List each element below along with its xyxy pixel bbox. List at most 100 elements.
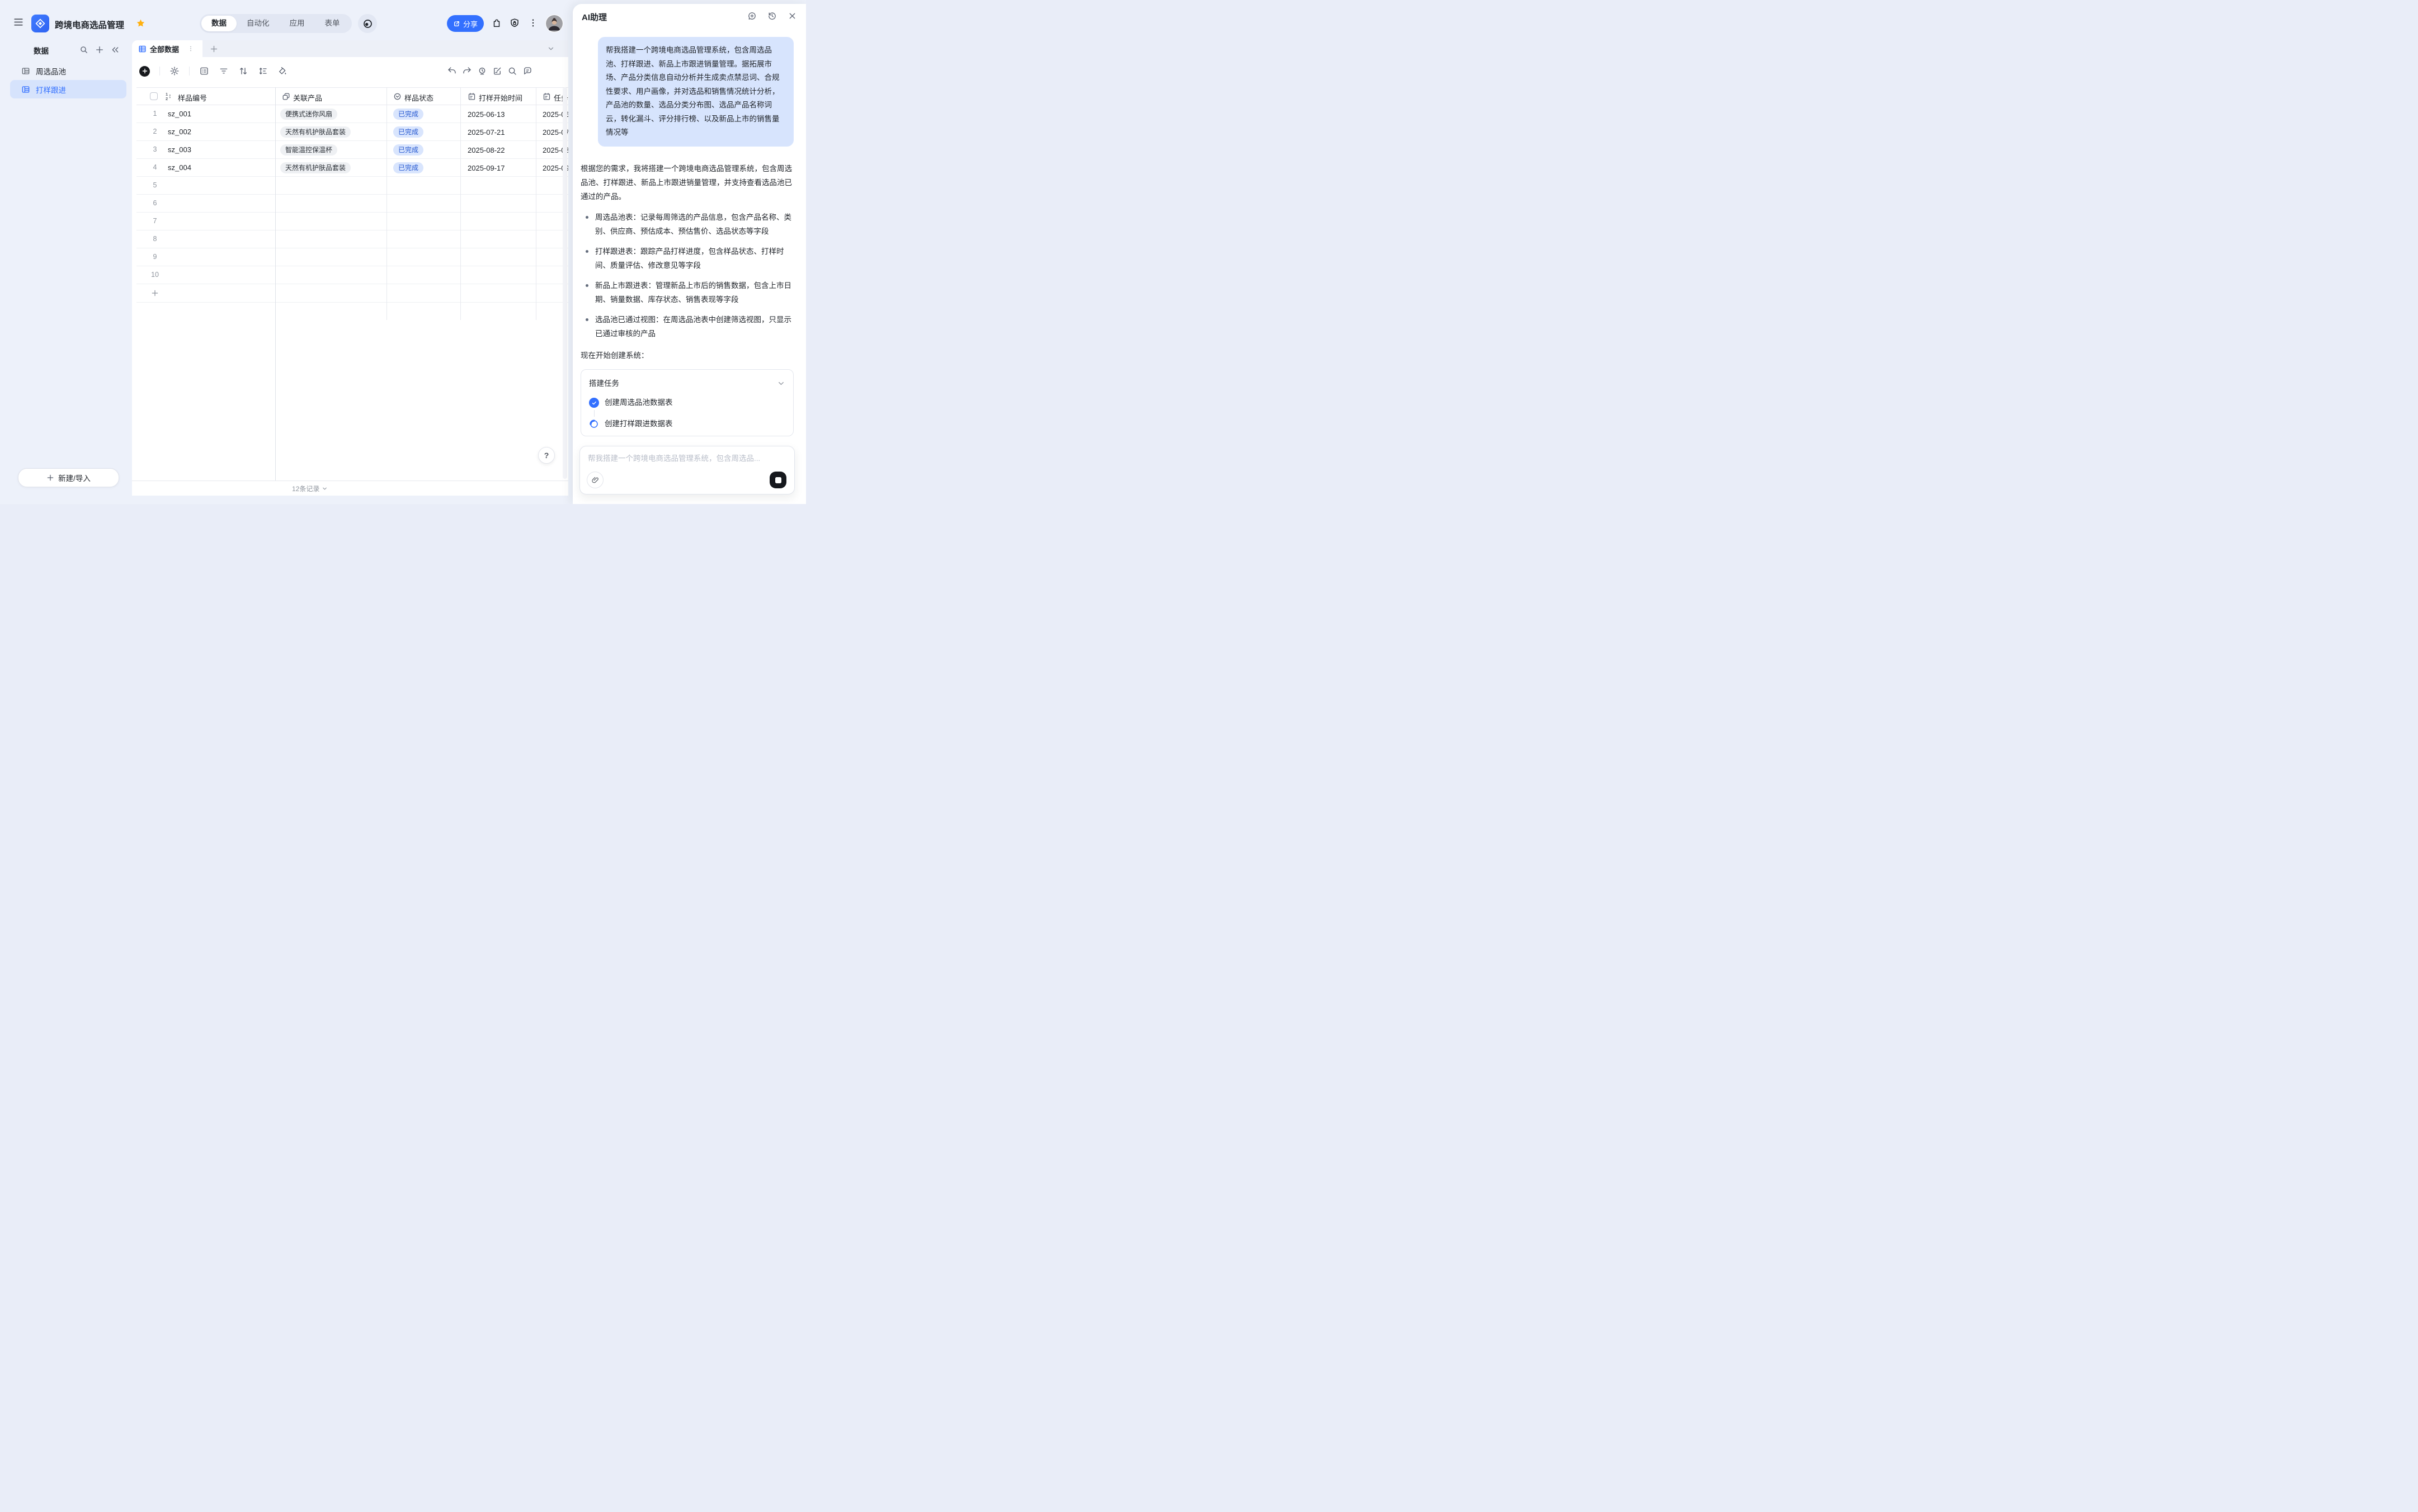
cell-status-pill[interactable]: 已完成	[393, 109, 423, 120]
table-row-empty[interactable]: 8	[136, 230, 568, 248]
tab-automation[interactable]: 自动化	[237, 16, 280, 31]
sidebar-item-weekly-pool[interactable]: 周选品池	[10, 62, 126, 80]
cell-start-date[interactable]: 2025-08-22	[468, 146, 505, 154]
table-panel: 全部数据	[132, 40, 568, 496]
table-row[interactable]: 4 sz_004 天然有机护肤品套装 已完成 2025-09-17 2025-0…	[136, 159, 568, 177]
column-header[interactable]: 打样开始时间	[479, 92, 522, 103]
ai-panel-title: AI助理	[582, 11, 607, 23]
ai-input-card	[579, 446, 795, 494]
filter-icon[interactable]	[219, 66, 229, 76]
stop-button[interactable]	[770, 472, 786, 488]
sidebar-search-icon[interactable]	[79, 45, 88, 54]
build-tasks-card: 搭建任务 创建周选品池数据表 创建打样跟进数据表	[581, 369, 794, 436]
add-record-button[interactable]	[139, 66, 150, 77]
cell-start-date[interactable]: 2025-09-17	[468, 164, 505, 172]
tab-data[interactable]: 数据	[201, 16, 237, 31]
cell-status-pill[interactable]: 已完成	[393, 126, 423, 138]
paint-fill-icon[interactable]	[277, 66, 287, 76]
column-header[interactable]: 样品编号	[178, 92, 207, 103]
table-row[interactable]: 3 sz_003 智能温控保温杯 已完成 2025-08-22 2025-08	[136, 141, 568, 159]
cell-status-pill[interactable]: 已完成	[393, 162, 423, 173]
task-progress-icon	[589, 419, 599, 429]
search-icon[interactable]	[507, 66, 517, 76]
favorite-star-icon[interactable]	[136, 18, 145, 28]
cell-sample-id[interactable]: sz_002	[168, 128, 191, 136]
ai-assistant-panel: AI助理 帮我搭建一个跨境电商选品管理系统，包含周选品池、打样跟进、新品上市跟进…	[573, 4, 806, 504]
sidebar-add-icon[interactable]	[95, 45, 104, 54]
build-tasks-title: 搭建任务	[589, 376, 619, 390]
data-grid: 12↕ 样品编号 关联产品 样品状态 打样开始时间 任务截止时间 1 sz_00…	[136, 87, 568, 303]
redo-icon[interactable]	[462, 66, 472, 76]
attachment-button[interactable]	[587, 472, 604, 488]
comment-icon[interactable]	[522, 66, 532, 76]
undo-icon[interactable]	[447, 66, 457, 76]
frozen-column-divider	[275, 87, 276, 481]
view-tab-strip	[202, 40, 568, 57]
row-number: 5	[150, 181, 160, 189]
cell-status-pill[interactable]: 已完成	[393, 144, 423, 156]
more-icon[interactable]	[529, 18, 537, 28]
divider	[159, 67, 160, 76]
table-row[interactable]: 2 sz_002 天然有机护肤品套装 已完成 2025-07-21 2025-0…	[136, 123, 568, 141]
add-row-button[interactable]	[136, 284, 568, 303]
row-height-icon[interactable]	[258, 66, 268, 76]
tab-forms[interactable]: 表单	[315, 16, 350, 31]
cell-sample-id[interactable]: sz_001	[168, 110, 191, 118]
permissions-icon[interactable]	[510, 18, 520, 28]
row-number: 8	[150, 235, 160, 243]
avatar[interactable]	[545, 15, 563, 32]
table-row-empty[interactable]: 5	[136, 177, 568, 195]
edit-record-icon[interactable]	[492, 66, 502, 76]
share-icon	[453, 20, 460, 27]
add-view-icon[interactable]	[210, 45, 218, 53]
close-icon[interactable]	[788, 11, 797, 21]
task-connector	[594, 410, 595, 417]
views-chevron-down-icon[interactable]	[547, 45, 555, 53]
vertical-scrollbar[interactable]	[563, 87, 567, 479]
new-import-button[interactable]: 新建/导入	[18, 468, 119, 487]
task-label: 创建打样跟进数据表	[605, 419, 673, 429]
column-header[interactable]: 样品状态	[404, 92, 433, 103]
row-number: 1	[150, 110, 160, 117]
record-count[interactable]: 12条记录	[292, 484, 328, 493]
table-row-empty[interactable]: 10	[136, 266, 568, 284]
sort-icon[interactable]	[238, 66, 248, 76]
sidebar-collapse-icon[interactable]	[111, 45, 120, 54]
theme-toggle-icon[interactable]	[358, 14, 377, 33]
extensions-icon[interactable]	[492, 18, 502, 28]
sidebar-item-sampling[interactable]: 打样跟进	[10, 80, 126, 98]
ai-input[interactable]	[588, 452, 786, 470]
share-button[interactable]: 分享	[447, 15, 484, 32]
cell-product-pill[interactable]: 智能温控保温杯	[280, 144, 337, 156]
cell-sample-id[interactable]: sz_004	[168, 163, 191, 172]
field-config-icon[interactable]	[199, 66, 209, 76]
new-chat-icon[interactable]	[747, 11, 757, 21]
table-row-empty[interactable]: 7	[136, 213, 568, 230]
history-icon[interactable]	[767, 11, 777, 21]
cell-product-pill[interactable]: 便携式迷你风扇	[280, 109, 337, 120]
view-more-icon[interactable]	[187, 45, 194, 52]
cell-product-pill[interactable]: 天然有机护肤品套装	[280, 126, 351, 138]
task-item: 创建周选品池数据表	[589, 398, 785, 408]
table-row-empty[interactable]: 6	[136, 195, 568, 213]
table-row[interactable]: 1 sz_001 便携式迷你风扇 已完成 2025-06-13 2025-06	[136, 105, 568, 123]
hamburger-menu-icon[interactable]	[13, 18, 23, 26]
column-header[interactable]: 关联产品	[293, 92, 322, 103]
history-alarm-icon[interactable]	[477, 66, 487, 76]
cell-start-date[interactable]: 2025-06-13	[468, 110, 505, 119]
help-button[interactable]: ?	[538, 447, 555, 464]
cell-product-pill[interactable]: 天然有机护肤品套装	[280, 162, 351, 173]
app-logo[interactable]	[31, 15, 49, 32]
plus-icon	[151, 289, 159, 297]
table-row-empty[interactable]: 9	[136, 248, 568, 266]
view-tab-all-data[interactable]: 全部数据	[132, 40, 202, 57]
cell-start-date[interactable]: 2025-07-21	[468, 128, 505, 136]
settings-icon[interactable]	[169, 66, 180, 76]
ai-response: 根据您的需求，我将搭建一个跨境电商选品管理系统，包含周选品池、打样跟进、新品上市…	[581, 162, 794, 446]
cell-sample-id[interactable]: sz_003	[168, 145, 191, 154]
table-footer: 12条记录	[132, 481, 568, 496]
ai-bullet: 周选品池表：记录每周筛选的产品信息，包含产品名称、类别、供应商、预估成本、预估售…	[581, 210, 794, 238]
chevron-down-icon[interactable]	[777, 379, 785, 388]
tab-apps[interactable]: 应用	[280, 16, 315, 31]
select-all-checkbox[interactable]	[150, 92, 158, 100]
